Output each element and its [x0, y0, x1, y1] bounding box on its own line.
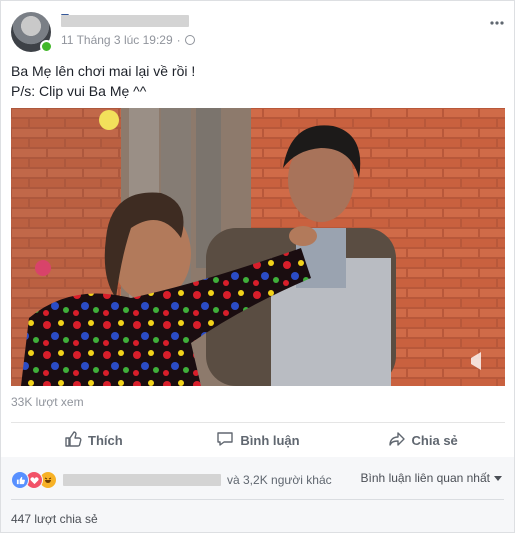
- comment-sort-label: Bình luận liên quan nhất: [360, 471, 490, 485]
- like-label: Thích: [88, 432, 123, 448]
- share-count[interactable]: 447 lượt chia sẻ: [11, 512, 98, 526]
- comment-icon: [216, 430, 234, 451]
- author-name-redaction: [61, 15, 189, 27]
- like-button[interactable]: Thích: [11, 423, 176, 457]
- action-bar: Thích Bình luận Chia sẻ: [11, 422, 505, 458]
- post-text-line: Ba Mẹ lên chơi mai lại về rồi !: [11, 63, 196, 79]
- caret-down-icon: [494, 475, 502, 481]
- globe-icon: [184, 35, 195, 45]
- share-label: Chia sẻ: [411, 432, 458, 448]
- video-frame: [11, 108, 505, 386]
- post-header: T 11 Tháng 3 lúc 19:29 ·: [11, 11, 506, 53]
- footer-divider: [11, 499, 504, 500]
- online-status-icon: [40, 40, 53, 53]
- share-button[interactable]: Chia sẻ: [340, 423, 505, 457]
- reactor-names-redaction: [63, 474, 221, 486]
- post-footer: và 3,2K người khác Bình luận liên quan n…: [1, 457, 514, 532]
- like-reaction-icon: [11, 471, 29, 489]
- post-card: T 11 Tháng 3 lúc 19:29 · Ba Mẹ lên chơi …: [0, 0, 515, 533]
- reactions-count-text: và 3,2K người khác: [227, 473, 332, 487]
- video-player[interactable]: [11, 108, 505, 386]
- comment-button[interactable]: Bình luận: [176, 423, 341, 457]
- post-meta: 11 Tháng 3 lúc 19:29 ·: [61, 33, 195, 47]
- comment-sort-dropdown[interactable]: Bình luận liên quan nhất: [361, 471, 502, 485]
- comment-label: Bình luận: [240, 432, 300, 448]
- thumbs-up-icon: [64, 430, 82, 451]
- more-icon[interactable]: [490, 11, 504, 27]
- post-text-line: P/s: Clip vui Ba Mẹ ^^: [11, 83, 147, 99]
- post-timestamp[interactable]: 11 Tháng 3 lúc 19:29: [61, 33, 173, 47]
- author-avatar[interactable]: [11, 12, 53, 53]
- share-icon: [388, 430, 406, 451]
- reactions-summary[interactable]: và 3,2K người khác: [11, 471, 332, 489]
- post-text: Ba Mẹ lên chơi mai lại về rồi ! P/s: Cli…: [11, 61, 195, 101]
- view-count: 33K lượt xem: [11, 395, 84, 409]
